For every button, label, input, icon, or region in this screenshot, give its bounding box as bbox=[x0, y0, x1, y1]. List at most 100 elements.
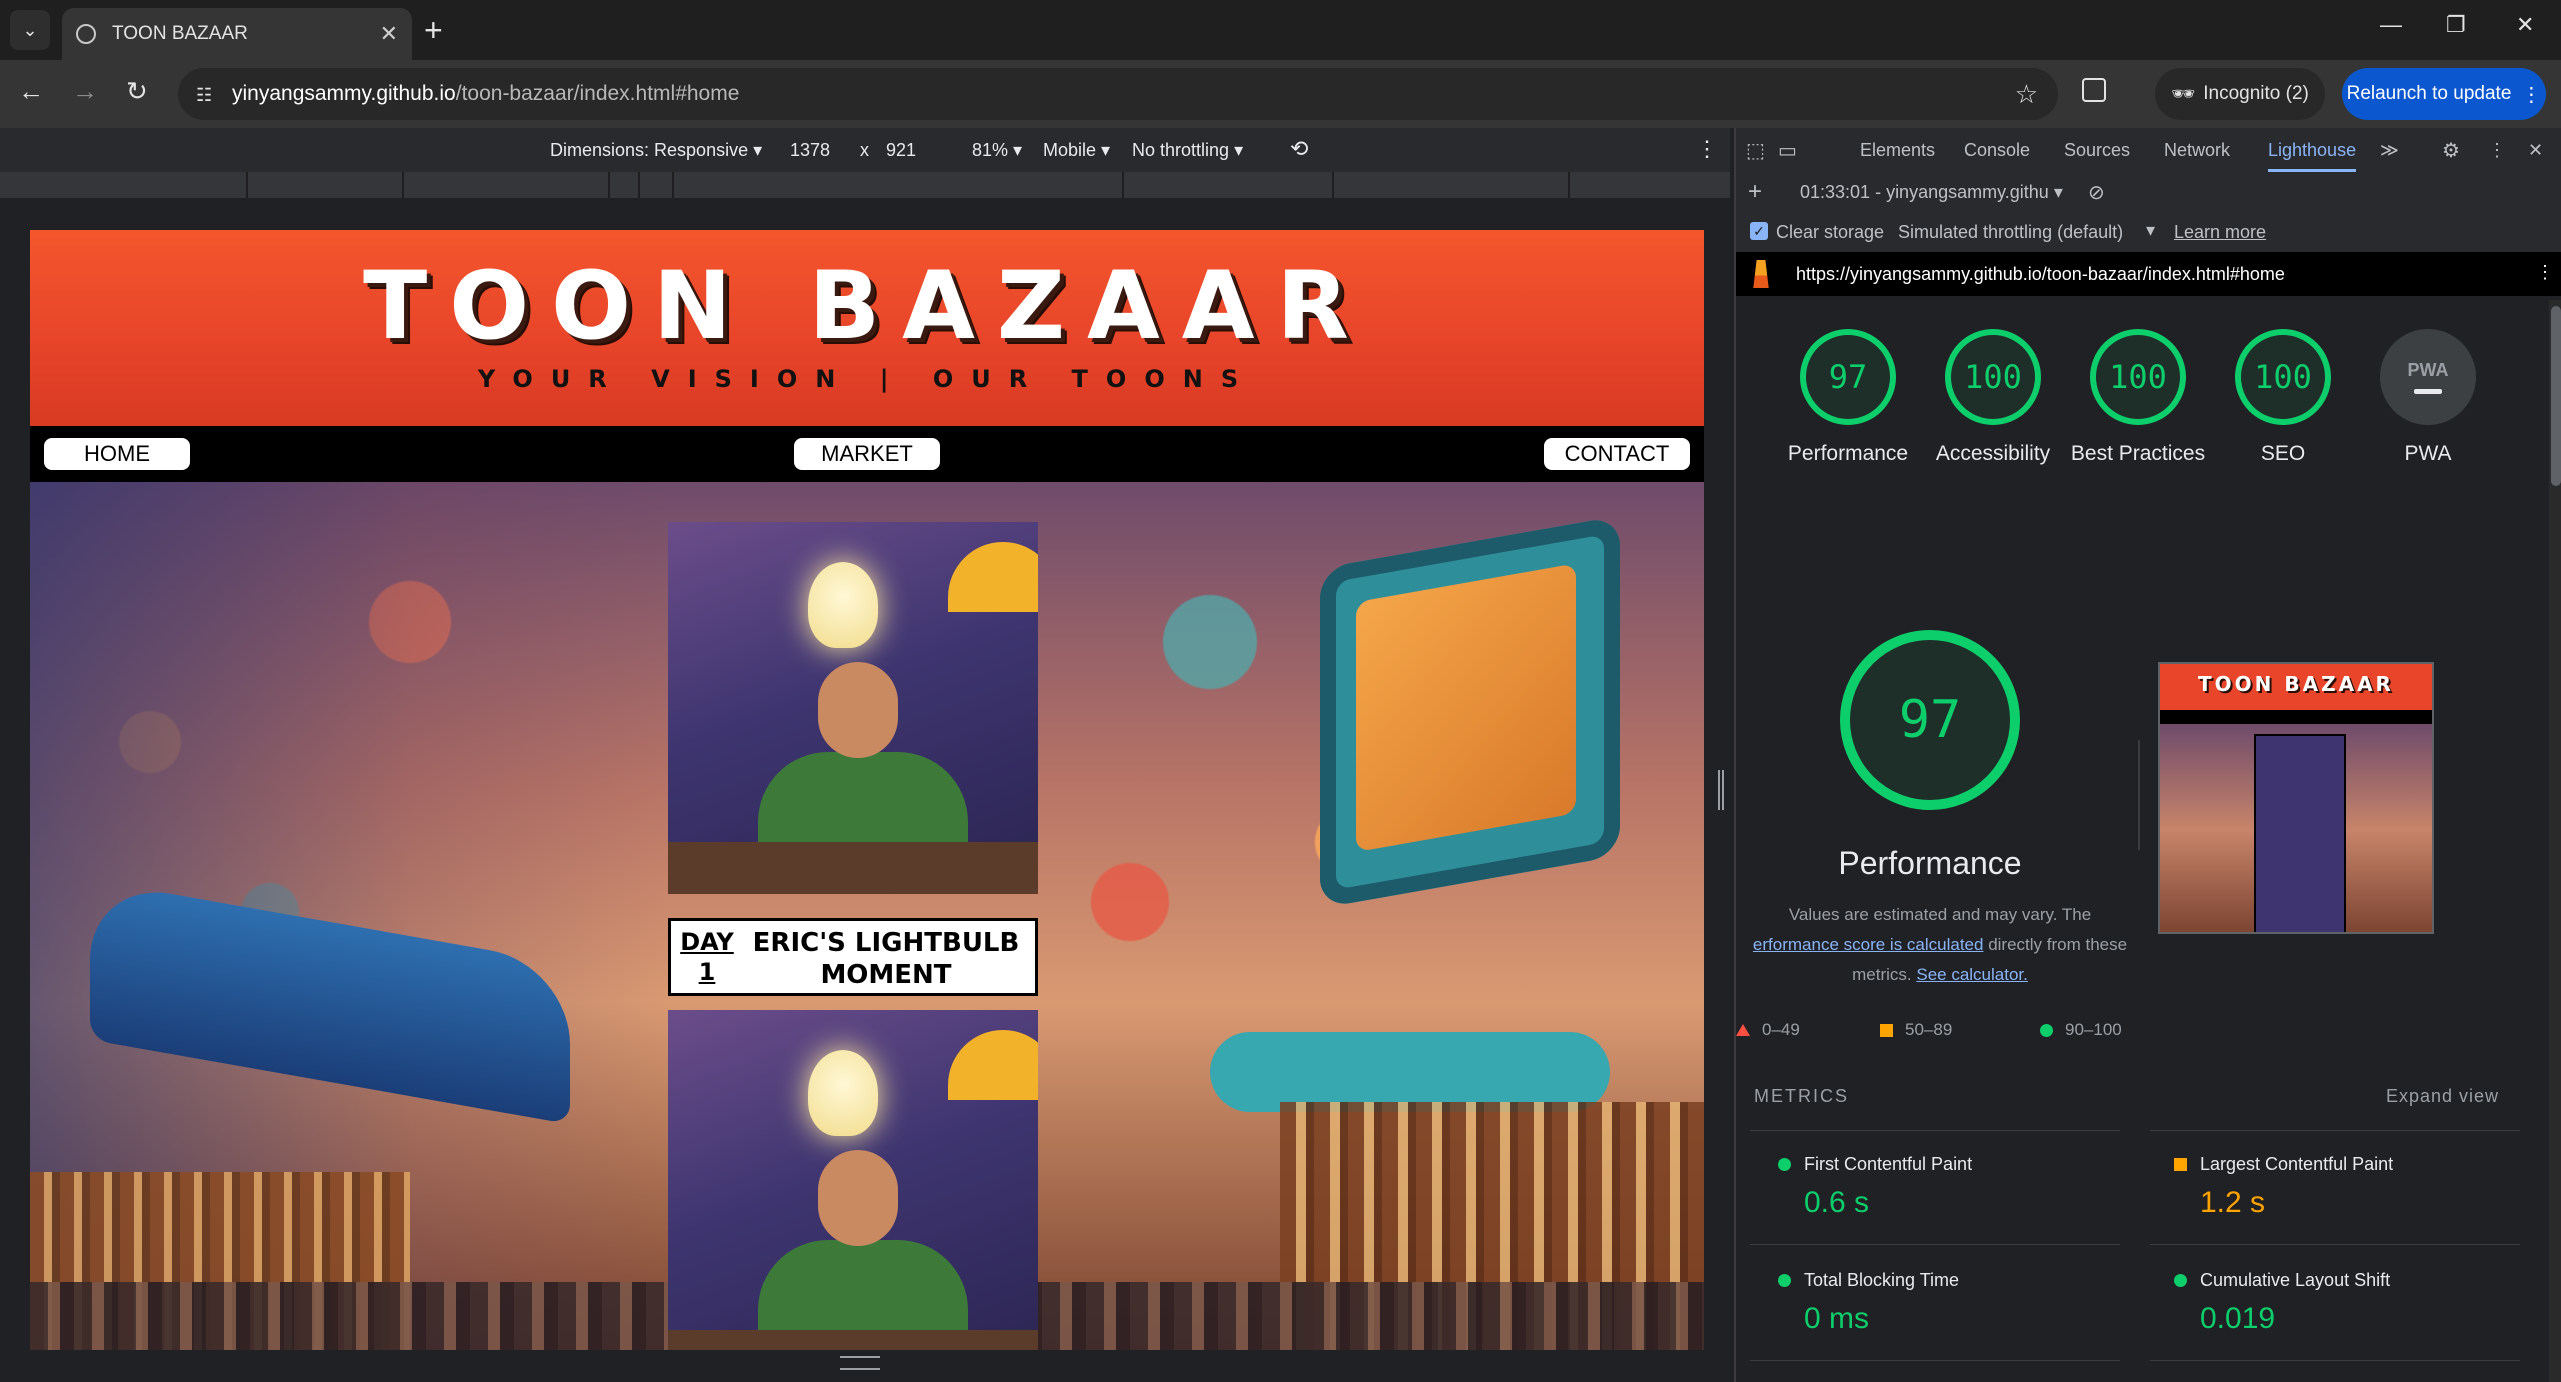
incognito-button[interactable]: 🕶 Incognito (2) bbox=[2155, 68, 2325, 120]
device-toggle-icon[interactable]: ▭ bbox=[1778, 138, 1797, 163]
nav-contact-button[interactable]: CONTACT bbox=[1544, 438, 1690, 470]
address-bar[interactable]: ☷ yinyangsammy.github.io/toon-bazaar/ind… bbox=[178, 68, 2058, 120]
report-label: 01:33:01 - yinyangsammy.githu bbox=[1800, 182, 2049, 202]
lighthouse-options: ✓ Clear storage Simulated throttling (de… bbox=[1736, 212, 2561, 253]
more-tabs-icon[interactable]: ≫ bbox=[2380, 140, 2399, 161]
minimize-icon[interactable]: — bbox=[2380, 12, 2402, 38]
rotate-icon[interactable]: ⟲ bbox=[1290, 136, 1308, 162]
metric-divider bbox=[1750, 1244, 2120, 1245]
see-calculator-link[interactable]: See calculator. bbox=[1916, 965, 2028, 984]
best-practices-label: Best Practices bbox=[2070, 442, 2206, 465]
browser-toolbar: ← → ↻ ☷ yinyangsammy.github.io/toon-baza… bbox=[0, 60, 2561, 128]
comic-panel-2[interactable] bbox=[668, 1010, 1038, 1350]
new-tab-icon[interactable]: + bbox=[424, 12, 443, 49]
extensions-icon[interactable] bbox=[2082, 78, 2106, 102]
performance-title: Performance bbox=[1838, 845, 2022, 881]
throttling-select[interactable]: No throttling ▾ bbox=[1132, 140, 1243, 161]
dimensions-label: Dimensions: Responsive bbox=[550, 140, 749, 160]
pwa-badge-icon: PWA bbox=[2407, 360, 2449, 380]
score-note: Values are estimated and may vary. The e… bbox=[1740, 900, 2140, 990]
forward-icon[interactable]: → bbox=[72, 76, 98, 107]
close-tab-icon[interactable]: ✕ bbox=[380, 21, 398, 47]
device-more-icon[interactable]: ⋮ bbox=[1696, 136, 1718, 162]
accessibility-gauge[interactable]: 100 bbox=[1945, 329, 2041, 425]
tab-lighthouse[interactable]: Lighthouse bbox=[2268, 140, 2357, 172]
zoom-select[interactable]: 81% ▾ bbox=[972, 140, 1022, 161]
nav-home-button[interactable]: HOME bbox=[44, 438, 190, 470]
divider bbox=[2138, 740, 2140, 850]
audited-url[interactable]: https://yinyangsammy.github.io/toon-baza… bbox=[1796, 264, 2285, 285]
nav-market-button[interactable]: MARKET bbox=[794, 438, 940, 470]
bookmark-star-icon[interactable]: ☆ bbox=[2015, 79, 2038, 110]
browser-tab[interactable]: TOON BAZAAR ✕ bbox=[62, 8, 412, 60]
close-window-icon[interactable]: ✕ bbox=[2516, 12, 2534, 38]
report-select[interactable]: 01:33:01 - yinyangsammy.githu ▾ bbox=[1800, 182, 2063, 203]
site-brand: TOON BAZAAR bbox=[363, 252, 1371, 361]
scrollbar-thumb[interactable] bbox=[2551, 306, 2561, 486]
viewport-resize-handle[interactable] bbox=[840, 1356, 880, 1370]
site-viewport: TOON BAZAAR YOUR VISION | OUR TOONS HOME… bbox=[30, 230, 1704, 1350]
zoom-label: 81% bbox=[972, 140, 1009, 160]
throttling-label: No throttling bbox=[1132, 140, 1230, 160]
relaunch-button[interactable]: Relaunch to update ⋮ bbox=[2342, 68, 2546, 120]
metrics-heading: METRICS bbox=[1754, 1086, 1849, 1106]
best-practices-gauge[interactable]: 100 bbox=[2090, 329, 2186, 425]
inspect-icon[interactable]: ⬚ bbox=[1746, 138, 1765, 163]
seo-gauge[interactable]: 100 bbox=[2235, 329, 2331, 425]
device-toolbar: Dimensions: Responsive ▾ 1378 x 921 81% … bbox=[0, 128, 1730, 173]
metric-divider bbox=[2150, 1360, 2520, 1361]
devtools-tabs: ⬚ ▭ Elements Console Sources Network Lig… bbox=[1736, 128, 2561, 173]
clear-reports-icon[interactable]: ⊘ bbox=[2088, 180, 2105, 205]
dimensions-select[interactable]: Dimensions: Responsive ▾ bbox=[550, 140, 762, 161]
seo-label: SEO bbox=[2260, 442, 2306, 465]
reload-icon[interactable]: ↻ bbox=[126, 76, 148, 107]
metric-name: Total Blocking Time bbox=[1804, 1270, 1960, 1290]
legend-fail-label: 0–49 bbox=[1762, 1020, 1800, 1039]
comic-panel-1[interactable] bbox=[668, 522, 1038, 894]
tab-search-icon[interactable]: ⌄ bbox=[10, 10, 50, 50]
thumbnail-brand: TOON BAZAAR bbox=[2160, 664, 2432, 710]
pwa-bar bbox=[2414, 389, 2442, 394]
report-menu-icon[interactable]: ⋮ bbox=[2536, 262, 2554, 283]
new-report-icon[interactable]: + bbox=[1748, 178, 1762, 206]
incognito-label: Incognito (2) bbox=[2203, 83, 2309, 104]
device-type-select[interactable]: Mobile ▾ bbox=[1043, 140, 1110, 161]
performance-gauge[interactable]: 97 bbox=[1800, 329, 1896, 425]
tab-console[interactable]: Console bbox=[1964, 140, 2030, 161]
tab-network[interactable]: Network bbox=[2164, 140, 2230, 161]
expand-view-button[interactable]: Expand view bbox=[2386, 1086, 2499, 1107]
performance-big-gauge: 97 bbox=[1840, 630, 2020, 810]
tab-sources[interactable]: Sources bbox=[2064, 140, 2130, 161]
learn-more-link[interactable]: Learn more bbox=[2174, 222, 2266, 243]
more-menu-icon[interactable]: ⋮ bbox=[2521, 82, 2541, 107]
width-input[interactable]: 1378 bbox=[790, 140, 830, 161]
lamp bbox=[948, 1030, 1038, 1100]
audited-url-bar: https://yinyangsammy.github.io/toon-baza… bbox=[1736, 252, 2561, 296]
height-input[interactable]: 921 bbox=[886, 140, 916, 161]
thumbnail-comic bbox=[2254, 734, 2346, 932]
devtools-scrollbar[interactable] bbox=[2549, 300, 2561, 1382]
page-screenshot-thumbnail[interactable]: TOON BAZAAR bbox=[2158, 662, 2434, 934]
close-devtools-icon[interactable]: ✕ bbox=[2528, 140, 2543, 161]
restore-icon[interactable]: ❐ bbox=[2446, 12, 2466, 38]
metric-name: Cumulative Layout Shift bbox=[2200, 1270, 2391, 1290]
throttling-dropdown-icon[interactable]: ▾ bbox=[2146, 220, 2155, 241]
panel-split-handle[interactable] bbox=[1718, 770, 1724, 810]
legend-average-label: 50–89 bbox=[1905, 1020, 1953, 1039]
metric-value: 0.6 s bbox=[1804, 1186, 1870, 1219]
site-info-icon[interactable]: ☷ bbox=[196, 85, 218, 105]
tab-elements[interactable]: Elements bbox=[1860, 140, 1935, 161]
settings-gear-icon[interactable]: ⚙ bbox=[2442, 138, 2460, 163]
score-calculated-link[interactable]: erformance score is calculated bbox=[1753, 935, 1984, 954]
back-icon[interactable]: ← bbox=[18, 76, 44, 107]
media-query-ruler[interactable] bbox=[0, 172, 1730, 198]
metric-value: 1.2 s bbox=[2200, 1186, 2266, 1219]
comic-day: DAY 1 bbox=[680, 928, 734, 986]
note-line-1: Values are estimated and may vary. The bbox=[1788, 905, 2092, 924]
performance-label: Performance bbox=[1787, 442, 1909, 465]
clear-storage-checkbox[interactable]: ✓ bbox=[1750, 222, 1768, 240]
fail-triangle-icon bbox=[1736, 1024, 1750, 1036]
devtools-menu-icon[interactable]: ⋮ bbox=[2488, 140, 2506, 161]
pwa-gauge[interactable]: PWA bbox=[2380, 329, 2476, 425]
throttling-setting[interactable]: Simulated throttling (default) bbox=[1898, 222, 2123, 243]
